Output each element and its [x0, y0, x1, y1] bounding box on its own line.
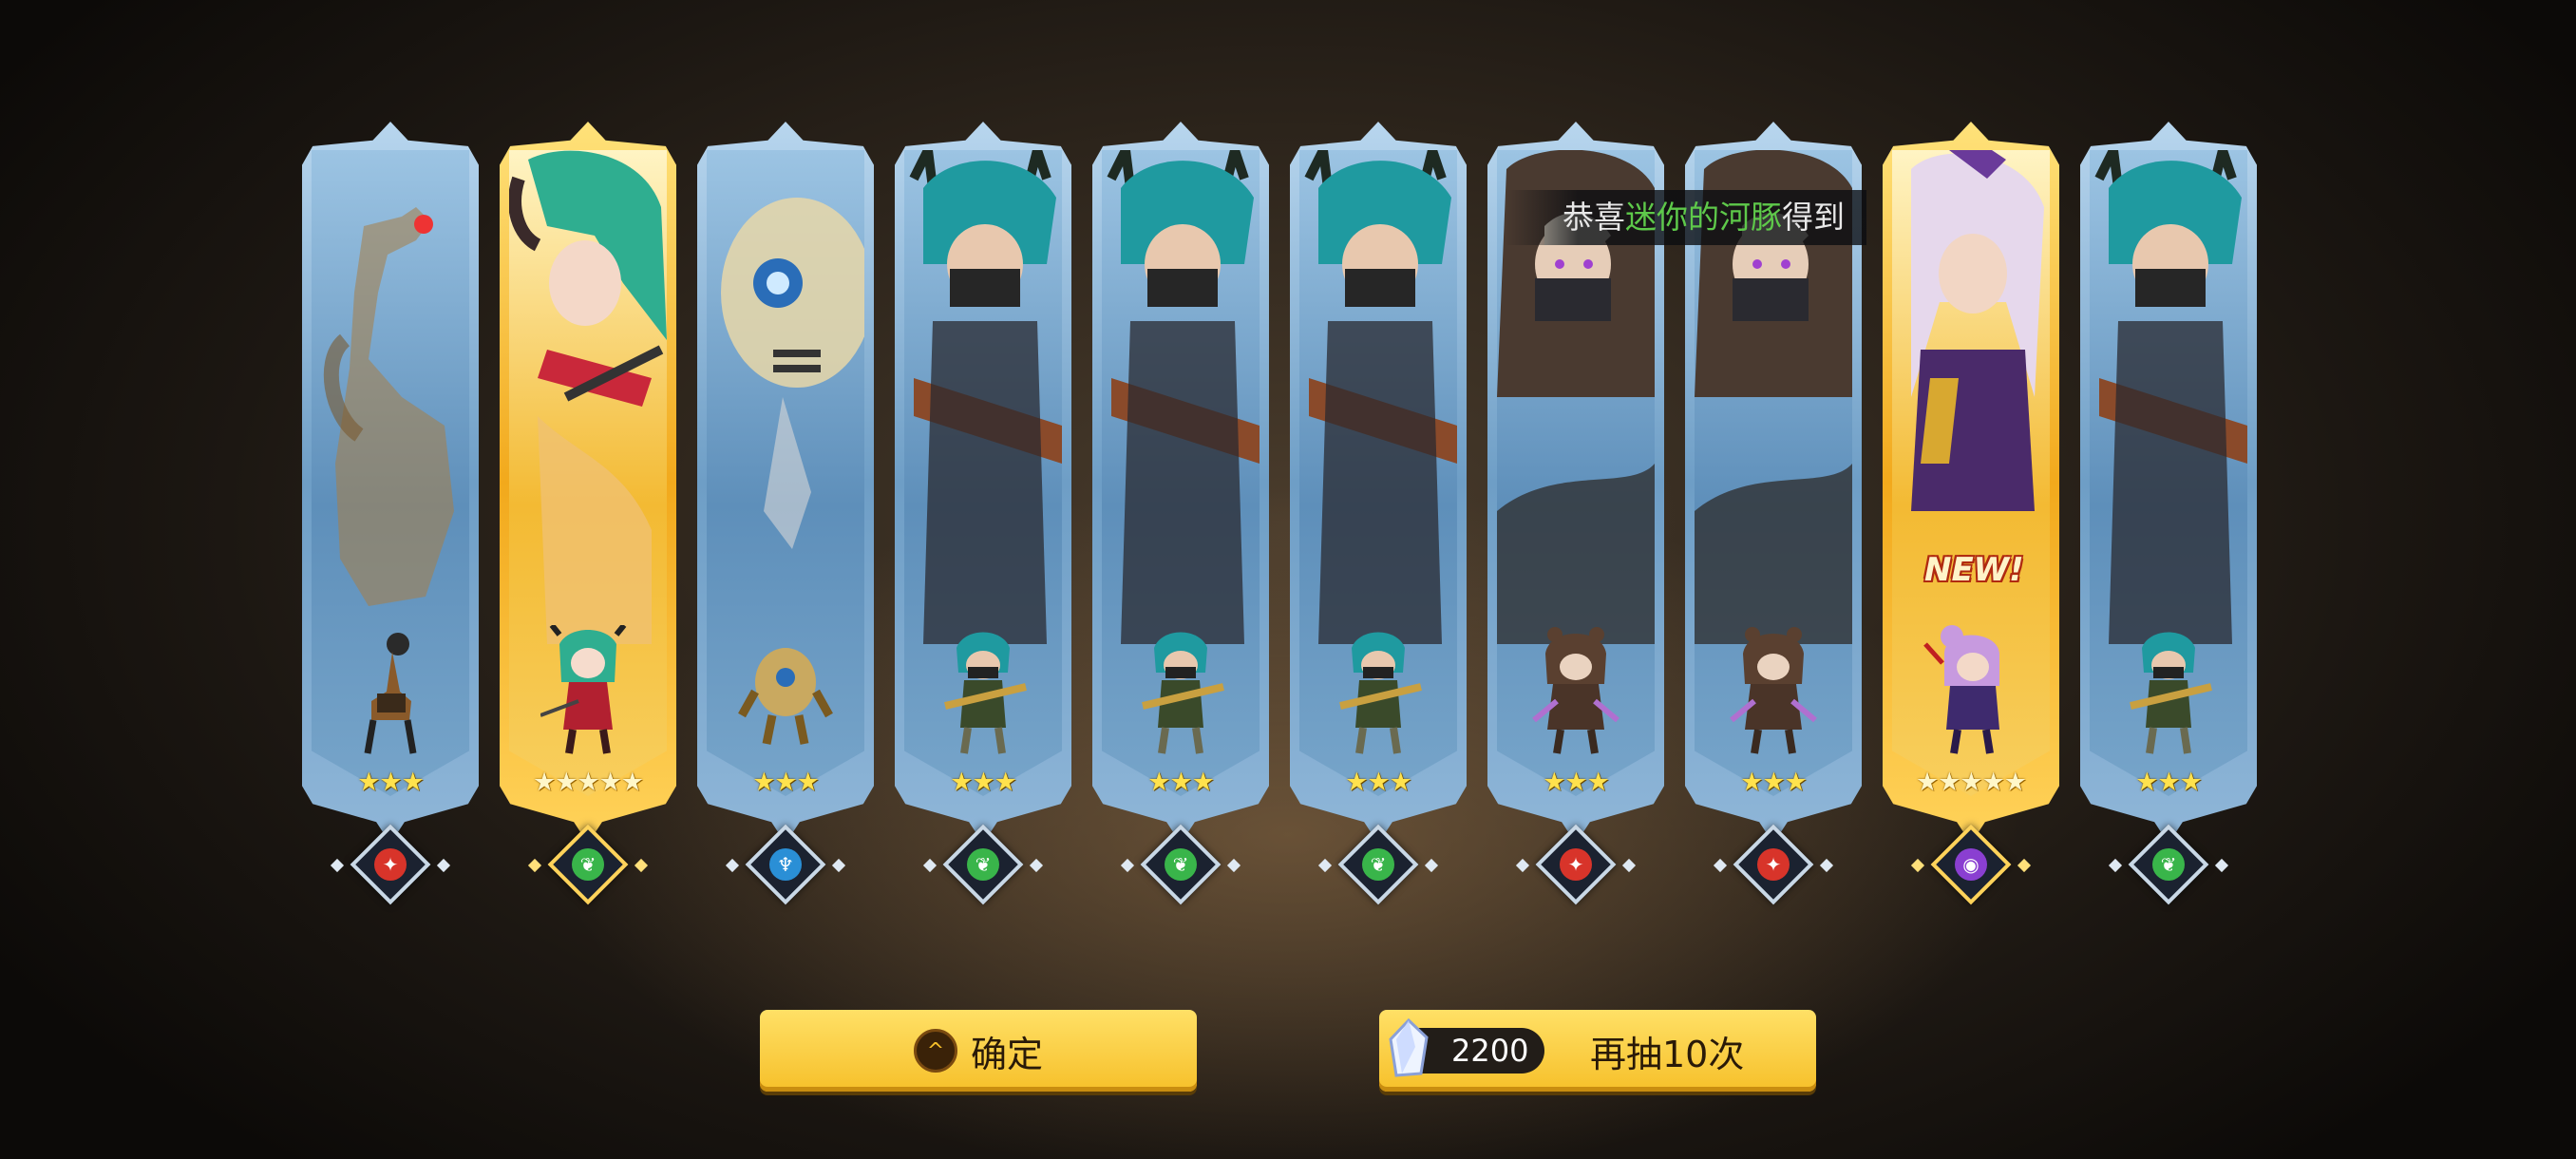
chibi-masked-rifleman: [2130, 632, 2212, 754]
result-card[interactable]: ★★★ ❦: [895, 122, 1071, 905]
star-rating: ★★★★★: [1915, 768, 2027, 797]
nature-element-icon: ❦: [547, 824, 629, 905]
chibi-masked-rifleman: [1339, 632, 1422, 754]
chibi-masked-rifleman: [944, 632, 1027, 754]
draw-again-button[interactable]: 2200 再抽10次: [1379, 1010, 1816, 1092]
portrait-masked-rifleman: [909, 150, 1062, 644]
chibi-green-hair-demon-girl: [540, 625, 627, 754]
water-element-icon: ♆: [745, 824, 826, 905]
fire-element-icon: ✦: [1535, 824, 1617, 905]
crystal-icon: [1389, 1018, 1429, 1077]
acquisition-toast: 恭喜迷你的河豚得到: [1506, 190, 1866, 245]
confirm-button[interactable]: ^ 确定: [760, 1010, 1197, 1092]
result-card[interactable]: NEW! ★★★★★ ◉: [1883, 122, 2059, 905]
toast-suffix: 得到: [1782, 199, 1845, 236]
nature-element-icon: ❦: [2128, 824, 2209, 905]
draw-again-label: 再抽10次: [1590, 1033, 1745, 1075]
result-card[interactable]: ★★★ ❦: [1092, 122, 1269, 905]
nature-element-icon: ❦: [942, 824, 1024, 905]
result-card[interactable]: ★★★★★ ❦: [500, 122, 676, 905]
card-frame: [895, 122, 1071, 844]
new-badge: NEW!: [1924, 551, 2024, 589]
gacha-results: ★★★ ✦ ★★★★★ ❦ ★★★ ♆ ★★★ ❦ ★★★ ❦ ★★★ ❦ ★★…: [0, 0, 2576, 912]
draw-cost: 2200: [1389, 1018, 1544, 1077]
card-frame: [2080, 122, 2257, 844]
star-rating: ★★★: [1740, 768, 1808, 797]
fire-element-icon: ✦: [1733, 824, 1814, 905]
star-rating: ★★★: [2135, 768, 2203, 797]
cost-amount: 2200: [1451, 1033, 1529, 1069]
star-rating: ★★★: [1345, 768, 1412, 797]
card-frame: [302, 122, 479, 844]
result-card[interactable]: ★★★ ❦: [1290, 122, 1467, 905]
fire-element-icon: ✦: [350, 824, 431, 905]
dark-element-icon: ◉: [1930, 824, 2012, 905]
result-card[interactable]: ★★★ ✦: [302, 122, 479, 905]
star-rating: ★★★: [1543, 768, 1610, 797]
result-card[interactable]: ★★★ ❦: [2080, 122, 2257, 905]
nature-element-icon: ❦: [1140, 824, 1222, 905]
toast-prefix: 恭喜: [1563, 199, 1625, 236]
star-rating: ★★★: [357, 768, 425, 797]
chibi-masked-rifleman: [1142, 632, 1224, 754]
portrait-masked-rifleman: [1304, 150, 1457, 644]
card-frame: [1290, 122, 1467, 844]
chibi-hooded-assassin: [1730, 627, 1817, 754]
chibi-purple-sorceress: [1923, 625, 1999, 754]
confirm-label: 确定: [970, 1033, 1043, 1075]
portrait-masked-rifleman: [2094, 150, 2247, 644]
portrait-green-hair-demon-girl: [509, 150, 667, 644]
star-rating: ★★★: [1147, 768, 1215, 797]
card-frame: [500, 122, 676, 844]
result-card[interactable]: ★★★ ♆: [697, 122, 874, 905]
nature-element-icon: ❦: [1337, 824, 1419, 905]
chibi-bronze-robot-dog: [364, 633, 417, 754]
star-rating: ★★★★★: [532, 768, 644, 797]
chibi-hooded-assassin: [1532, 627, 1619, 754]
card-frame: [1883, 122, 2059, 844]
portrait-eyeball-robot: [721, 198, 864, 549]
portrait-masked-rifleman: [1107, 150, 1260, 644]
portrait-bronze-robot-dog: [323, 207, 454, 606]
toast-player-name: 迷你的河豚: [1625, 199, 1782, 236]
card-frame: [1092, 122, 1269, 844]
star-rating: ★★★: [752, 768, 820, 797]
chibi-eyeball-robot: [738, 648, 833, 745]
card-frame: [697, 122, 874, 844]
star-rating: ★★★: [950, 768, 1017, 797]
chevron-up-icon: ^: [913, 1029, 957, 1073]
